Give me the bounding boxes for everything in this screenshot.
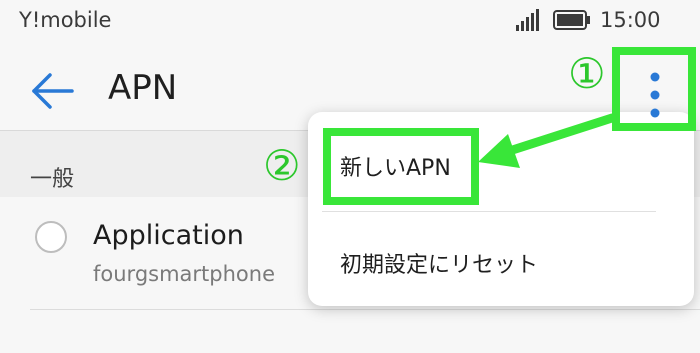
pointer-arrow-icon xyxy=(470,110,620,174)
status-bar: Y!mobile 15:00 xyxy=(0,0,700,42)
carrier-label: Y!mobile xyxy=(19,8,112,32)
step-2-badge: ② xyxy=(263,141,301,190)
step-1-badge: ① xyxy=(568,49,606,98)
highlight-box-menu xyxy=(612,47,696,131)
row-divider xyxy=(30,309,700,310)
back-arrow-icon xyxy=(30,73,76,114)
battery-icon xyxy=(553,10,591,34)
clock: 15:00 xyxy=(600,8,661,32)
back-button[interactable] xyxy=(30,72,76,110)
highlight-box-new-apn xyxy=(323,128,479,205)
signal-icon xyxy=(516,9,542,35)
section-title: 一般 xyxy=(30,167,75,192)
screen: Y!mobile 15:00 APN 一般 Application fourgs… xyxy=(0,0,700,353)
apn-radio-button[interactable] xyxy=(35,221,67,253)
page-title: APN xyxy=(108,68,178,108)
menu-divider xyxy=(322,211,656,212)
apn-value: fourgsmartphone xyxy=(93,262,275,286)
menu-item-reset-defaults[interactable]: 初期設定にリセット xyxy=(340,247,538,279)
apn-name: Application xyxy=(93,220,244,251)
